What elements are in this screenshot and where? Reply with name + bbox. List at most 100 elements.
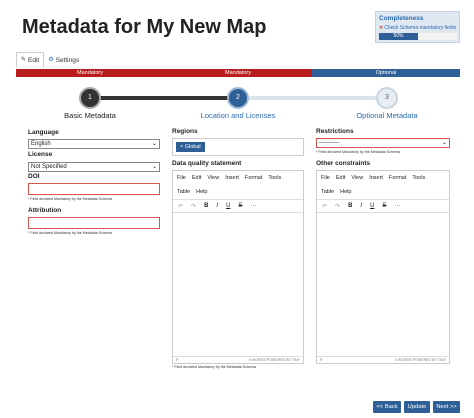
menu-view[interactable]: View — [207, 175, 219, 181]
tab-edit[interactable]: ✎ Edit — [16, 52, 45, 68]
status-words: 0 WORDS POWERED BY TINY — [248, 358, 300, 362]
gear-icon: ⚙ — [48, 56, 54, 63]
status-words: 0 WORDS POWERED BY TINY — [394, 358, 446, 362]
close-icon: ✕ — [379, 25, 384, 31]
menu-insert[interactable]: Insert — [225, 175, 239, 181]
undo-icon[interactable]: ↶ — [178, 203, 183, 210]
menu-file[interactable]: File — [321, 175, 330, 181]
underline-icon[interactable]: U — [370, 203, 374, 209]
other-constraints-editor[interactable]: File Edit View Insert Format Tools Table… — [316, 170, 450, 364]
attribution-label: Attribution — [28, 207, 62, 214]
menu-format[interactable]: Format — [389, 175, 406, 181]
pencil-icon: ✎ — [21, 56, 27, 63]
check-schema-text: Check Schema mandatory fields — [384, 25, 457, 31]
update-button[interactable]: Update — [404, 401, 430, 413]
tab-edit-label: Edit — [28, 56, 40, 64]
data-quality-editor[interactable]: File Edit View Insert Format Tools Table… — [172, 170, 304, 364]
region-chip[interactable]: × Global — [176, 142, 205, 152]
chevron-down-icon: ⌄ — [151, 141, 157, 147]
bold-icon[interactable]: B — [204, 203, 208, 209]
doi-input[interactable] — [28, 183, 160, 195]
chevron-down-icon: ⌄ — [151, 164, 157, 170]
mandatory-segment: Mandatory — [164, 69, 312, 77]
restrictions-value: ---------- — [319, 140, 339, 146]
attribution-input[interactable] — [28, 217, 160, 229]
page-title: Metadata for My New Map — [22, 16, 267, 38]
editor-menubar: File Edit View Insert Format Tools — [317, 171, 449, 185]
next-button[interactable]: Next >> — [433, 401, 460, 413]
menu-help[interactable]: Help — [340, 189, 351, 195]
other-constraints-label: Other constraints — [316, 160, 371, 167]
step-3-label[interactable]: Optional Metadata — [332, 111, 442, 120]
language-value: English — [31, 141, 51, 147]
completeness-progress-bar: 50% — [379, 33, 457, 40]
editor-toolbar: ↶ ↷ B I U S ··· — [317, 199, 449, 213]
menu-edit[interactable]: Edit — [336, 175, 345, 181]
completeness-progress-fill: 50% — [379, 33, 418, 40]
strikethrough-icon[interactable]: S — [238, 203, 242, 209]
menu-tools[interactable]: Tools — [268, 175, 281, 181]
optional-segment: Optional — [312, 69, 460, 77]
mandatory-segment: Mandatory — [16, 69, 164, 77]
more-icon[interactable]: ··· — [250, 203, 256, 209]
chevron-down-icon: ⌄ — [441, 140, 447, 146]
license-select[interactable]: Not Specified ⌄ — [28, 162, 160, 172]
regions-label: Regions — [172, 128, 198, 135]
data-quality-label: Data quality statement — [172, 160, 242, 167]
step-2-circle[interactable]: 2 — [227, 87, 249, 109]
data-quality-hint: * Field declared Mandatory by the Metada… — [172, 365, 256, 369]
wizard-stepper: 1 2 3 Basic Metadata Location and Licens… — [0, 85, 474, 125]
strikethrough-icon[interactable]: S — [382, 203, 386, 209]
menu-table[interactable]: Table — [321, 189, 334, 195]
doi-label: DOI — [28, 173, 40, 180]
step-1-label[interactable]: Basic Metadata — [35, 111, 145, 120]
editor-menubar: File Edit View Insert Format Tools — [173, 171, 303, 185]
menu-tools[interactable]: Tools — [412, 175, 425, 181]
status-path: P — [320, 358, 323, 362]
completeness-title: Completeness — [379, 15, 424, 22]
step-3-circle[interactable]: 3 — [376, 87, 398, 109]
license-label: License — [28, 151, 53, 158]
menu-file[interactable]: File — [177, 175, 186, 181]
status-path: P — [176, 358, 179, 362]
editor-menubar-2: Table Help — [317, 185, 449, 199]
undo-icon[interactable]: ↶ — [322, 203, 327, 210]
back-button[interactable]: << Back — [373, 401, 401, 413]
tab-settings-label: Settings — [55, 56, 80, 64]
language-select[interactable]: English ⌄ — [28, 139, 160, 149]
license-value: Not Specified — [31, 164, 67, 170]
region-chip-label: Global — [184, 144, 201, 150]
editor-statusbar: P 0 WORDS POWERED BY TINY — [173, 356, 303, 363]
redo-icon[interactable]: ↷ — [191, 203, 196, 210]
redo-icon[interactable]: ↷ — [335, 203, 340, 210]
menu-insert[interactable]: Insert — [369, 175, 383, 181]
bold-icon[interactable]: B — [348, 203, 352, 209]
restrictions-label: Restrictions — [316, 128, 354, 135]
more-icon[interactable]: ··· — [394, 203, 400, 209]
regions-input[interactable]: × Global — [172, 138, 304, 156]
menu-format[interactable]: Format — [245, 175, 262, 181]
check-schema-link[interactable]: ✕Check Schema mandatory fields — [379, 25, 456, 31]
tab-bar: ✎ Edit ⚙ Settings — [16, 52, 83, 68]
menu-edit[interactable]: Edit — [192, 175, 201, 181]
tab-settings[interactable]: ⚙ Settings — [44, 52, 83, 68]
editor-menubar-2: Table Help — [173, 185, 303, 199]
completeness-panel: Completeness ✕Check Schema mandatory fie… — [375, 11, 460, 43]
step-1-circle[interactable]: 1 — [79, 87, 101, 109]
doi-hint: * Field declared Mandatory by the Metada… — [28, 197, 112, 201]
requirement-bar: Mandatory Mandatory Optional — [16, 69, 460, 77]
underline-icon[interactable]: U — [226, 203, 230, 209]
step-2-label[interactable]: Location and Licenses — [183, 111, 293, 120]
language-label: Language — [28, 129, 59, 136]
menu-help[interactable]: Help — [196, 189, 207, 195]
restrictions-select[interactable]: ---------- ⌄ — [316, 138, 450, 148]
step-connector — [100, 96, 240, 100]
italic-icon[interactable]: I — [360, 203, 362, 209]
editor-statusbar: P 0 WORDS POWERED BY TINY — [317, 356, 449, 363]
menu-view[interactable]: View — [351, 175, 363, 181]
menu-table[interactable]: Table — [177, 189, 190, 195]
step-connector — [240, 96, 390, 100]
editor-toolbar: ↶ ↷ B I U S ··· — [173, 199, 303, 213]
attribution-hint: * Field declared Mandatory by the Metada… — [28, 231, 112, 235]
italic-icon[interactable]: I — [216, 203, 218, 209]
